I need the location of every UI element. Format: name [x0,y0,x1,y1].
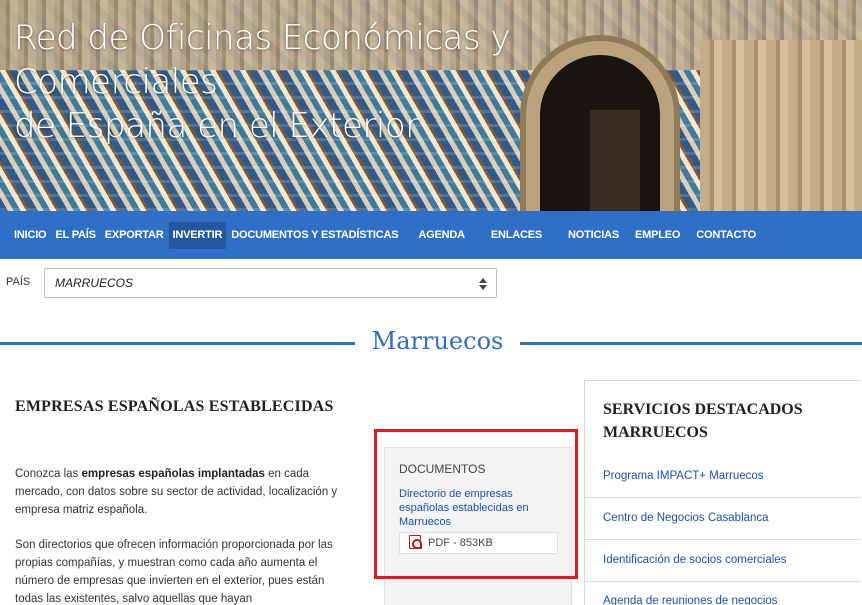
banner-carved-wall [700,40,862,211]
section-title: Marruecos [371,327,504,355]
nav-item-inicio[interactable]: INICIO [10,222,50,249]
country-select[interactable]: MARRUECOS [44,268,497,298]
country-label: PAÍS [6,276,31,288]
intro-paragraph: Conozca las empresas españolas implantad… [15,468,338,516]
sidebar-link-socios[interactable]: Identificación de socios comerciales [603,554,853,566]
description-paragraph: Son directorios que ofrecen información … [15,539,333,605]
sidebar-link-agenda[interactable]: Agenda de reuniones de negocios [603,595,853,605]
content-heading: EMPRESAS ESPAÑOLAS ESTABLECIDAS [15,398,334,415]
highlight-frame [374,429,578,579]
sidebar-link-impact[interactable]: Programa IMPACT+ Marruecos [603,470,853,482]
sidebar-link-casablanca[interactable]: Centro de Negocios Casablanca [603,512,853,524]
nav-item-invertir[interactable]: INVERTIR [168,221,227,249]
site-title-line1: Red de Oficinas Económicas y Comerciales [14,18,511,102]
nav-item-agenda[interactable]: AGENDA [414,222,468,249]
nav-item-enlaces[interactable]: ENLACES [487,222,546,249]
intro-bold-text: empresas españolas implantadas [81,468,265,480]
select-arrows-icon [479,278,487,290]
sidebar-divider [585,539,861,540]
nav-item-el-pais[interactable]: EL PAÍS [51,222,99,249]
country-select-value: MARRUECOS [55,276,134,290]
nav-item-exportar[interactable]: EXPORTAR [101,222,168,249]
sidebar-title: SERVICIOS DESTACADOS MARRUECOS [603,401,803,441]
main-nav: INICIO EL PAÍS EXPORTAR INVERTIR DOCUMEN… [0,211,862,259]
sidebar-divider [585,581,861,582]
sidebar-divider [585,497,861,498]
nav-item-contacto[interactable]: CONTACTO [692,222,760,249]
nav-item-empleo[interactable]: EMPLEO [631,222,684,249]
site-title[interactable]: Red de Oficinas Económicas y Comerciales… [14,16,714,148]
section-divider-left [0,342,355,345]
nav-item-documentos[interactable]: DOCUMENTOS Y ESTADÍSTICAS [227,222,402,249]
section-divider-right [520,342,862,345]
site-title-line2: de España en el Exterior [14,106,419,146]
nav-item-noticias[interactable]: NOTICIAS [564,222,623,249]
header-banner: Red de Oficinas Económicas y Comerciales… [0,0,862,211]
